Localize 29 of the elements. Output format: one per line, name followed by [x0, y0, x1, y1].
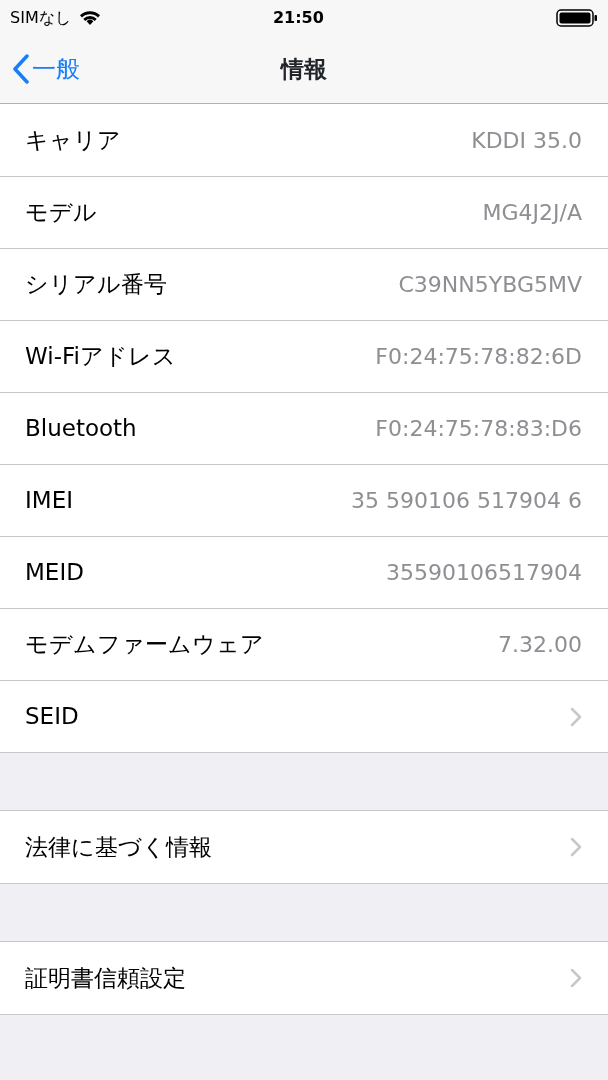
row-label: Wi-Fiアドレス	[25, 342, 176, 372]
list-row[interactable]: SEID	[0, 680, 608, 752]
row-label: シリアル番号	[25, 270, 167, 300]
row-label: モデムファームウェア	[25, 630, 264, 660]
row-value: C39NN5YBG5MV	[398, 271, 582, 299]
back-chevron-icon	[12, 54, 30, 84]
row-label: Bluetooth	[25, 414, 137, 444]
chevron-icon	[570, 968, 582, 988]
row-value: 35590106517904	[386, 559, 582, 587]
wifi-icon	[78, 9, 101, 26]
chevron-icon	[570, 706, 582, 727]
list-row[interactable]: 証明書信頼設定	[0, 942, 608, 1014]
row-value: MG4J2J/A	[482, 199, 582, 227]
back-button[interactable]: 一般	[0, 51, 80, 87]
row-label: IMEI	[25, 486, 73, 516]
carrier-label: SIMなし	[10, 6, 71, 29]
row-value: F0:24:75:78:83:D6	[375, 415, 582, 443]
row-value: 35 590106 517904 6	[351, 487, 582, 515]
row-value: KDDI 35.0	[471, 126, 582, 155]
page-title: 情報	[281, 54, 327, 84]
row-label: モデル	[25, 198, 97, 228]
list-row[interactable]: 法律に基づく情報	[0, 811, 608, 883]
battery-icon	[556, 8, 598, 27]
row-value: 7.32.00	[498, 631, 582, 659]
chevron-icon	[570, 837, 582, 857]
row-label: MEID	[25, 558, 84, 588]
row-value: F0:24:75:78:82:6D	[375, 343, 582, 371]
row-label: キャリア	[25, 125, 121, 155]
status-time: 21:50	[272, 6, 325, 29]
